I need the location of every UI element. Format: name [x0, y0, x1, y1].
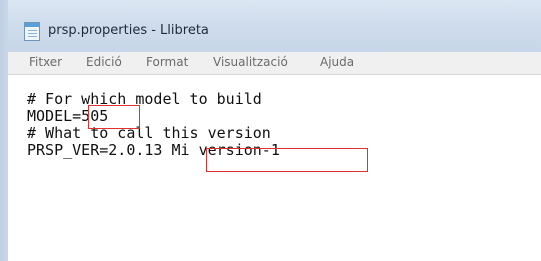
menu-visualitzacio[interactable]: Visualització: [213, 55, 288, 69]
menu-edicio[interactable]: Edició: [86, 55, 122, 69]
title-bar[interactable]: prsp.properties - Llibreta: [0, 0, 541, 261]
highlight-model-value: [88, 105, 140, 129]
menu-fitxer[interactable]: Fitxer: [29, 55, 62, 69]
notepad-icon[interactable]: [24, 22, 40, 41]
menu-bar: Fitxer Edició Format Visualització Ajuda: [8, 52, 541, 75]
notepad-window: prsp.properties - Llibreta Fitxer Edició…: [0, 0, 541, 261]
editor-line-3: # What to call this version: [27, 124, 271, 142]
menu-format[interactable]: Format: [146, 55, 188, 69]
window-frame-left: [0, 0, 8, 261]
text-editor[interactable]: # For which model to build MODEL=505 # W…: [8, 75, 541, 261]
editor-line-1: # For which model to build: [27, 90, 262, 108]
menu-ajuda[interactable]: Ajuda: [320, 55, 354, 69]
window-title: prsp.properties - Llibreta: [48, 23, 209, 38]
highlight-version-name: [206, 148, 368, 172]
